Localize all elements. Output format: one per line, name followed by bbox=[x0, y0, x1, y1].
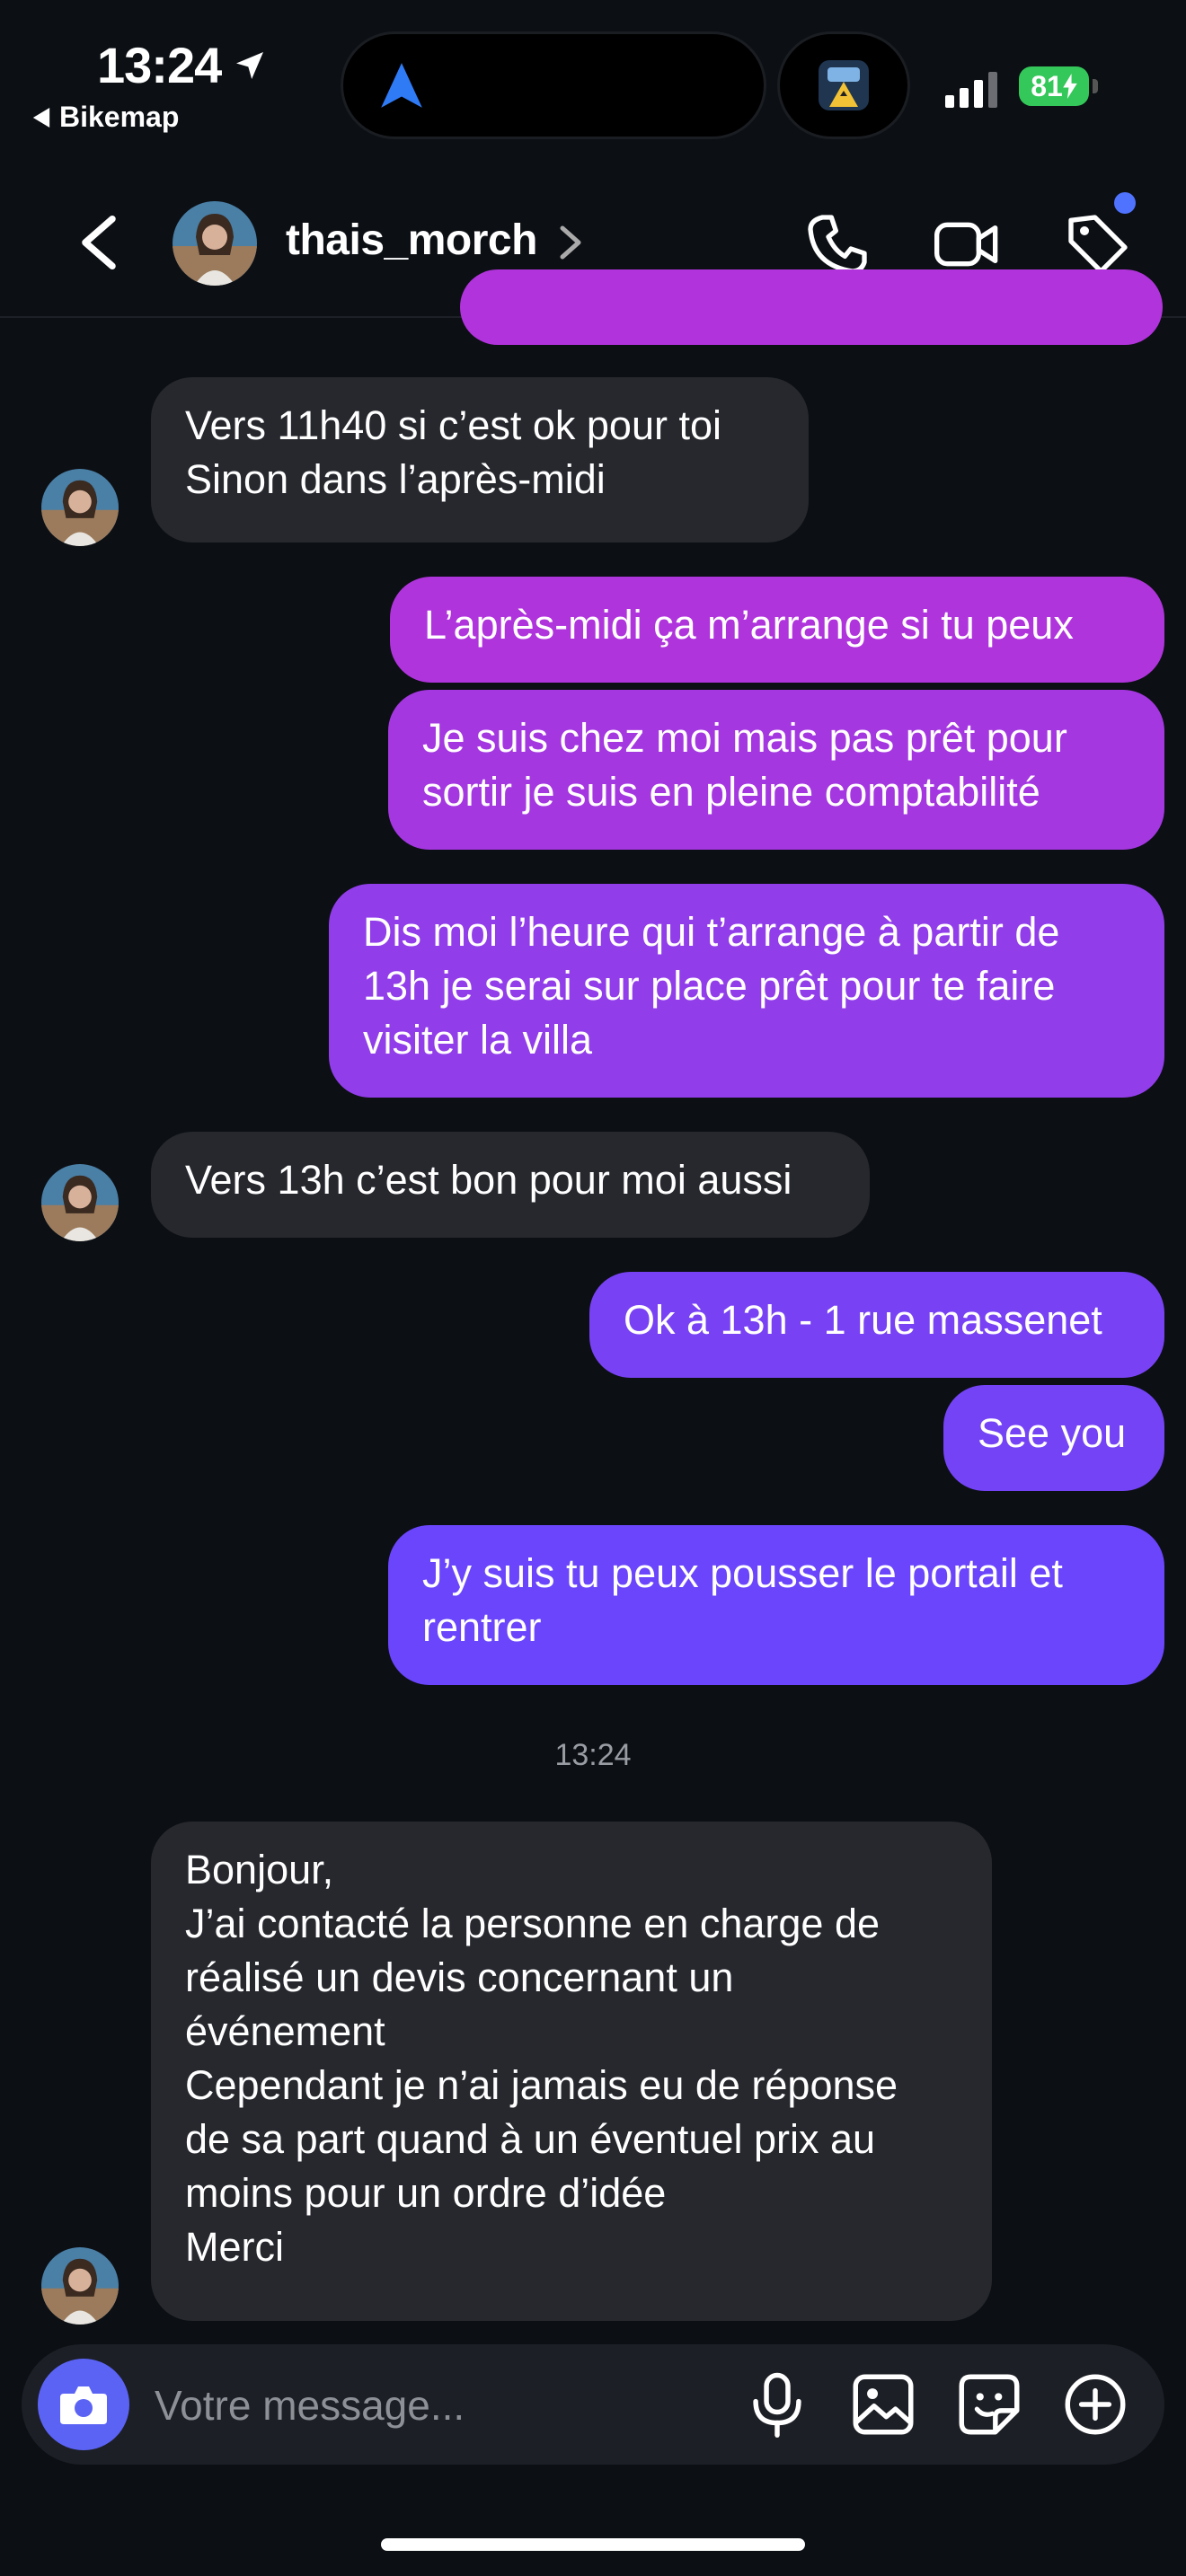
battery-indicator: 81 bbox=[1019, 66, 1089, 106]
avatar-image bbox=[41, 2247, 119, 2325]
navigation-arrow-icon bbox=[381, 63, 422, 108]
sender-avatar[interactable] bbox=[41, 1164, 119, 1241]
battery-level: 81 bbox=[1031, 69, 1063, 102]
message-bubble-sent[interactable]: L’après-midi ça m’arrange si tu peux bbox=[390, 577, 1164, 683]
message-bubble-received[interactable]: Vers 13h c’est bon pour moi aussi bbox=[151, 1132, 870, 1238]
status-time: 13:24 bbox=[97, 36, 268, 94]
avatar-image bbox=[41, 1164, 119, 1241]
chevron-right-icon[interactable] bbox=[559, 225, 582, 260]
back-triangle-icon bbox=[32, 107, 50, 128]
message-bubble-received[interactable]: Vers 11h40 si c’est ok pour toi Sinon da… bbox=[151, 377, 809, 543]
avatar-image bbox=[41, 469, 119, 546]
message-bubble-sent[interactable]: Dis moi l’heure qui t’arrange à partir d… bbox=[329, 884, 1164, 1098]
message-bubble-partial[interactable] bbox=[460, 269, 1163, 345]
message-composer bbox=[22, 2344, 1164, 2465]
status-time-text: 13:24 bbox=[97, 37, 222, 93]
plus-icon[interactable] bbox=[1058, 2368, 1132, 2441]
contact-avatar[interactable] bbox=[173, 201, 257, 286]
camera-button[interactable] bbox=[38, 2359, 129, 2450]
gallery-icon[interactable] bbox=[846, 2368, 920, 2441]
microphone-icon[interactable] bbox=[740, 2368, 814, 2441]
message-bubble-sent[interactable]: J’y suis tu peux pousser le portail et r… bbox=[388, 1525, 1164, 1685]
message-bubble-sent[interactable]: Ok à 13h - 1 rue massenet bbox=[589, 1272, 1164, 1378]
message-bubble-sent[interactable]: Je suis chez moi mais pas prêt pour sort… bbox=[388, 690, 1164, 850]
message-bubble-sent[interactable]: See you bbox=[943, 1385, 1164, 1491]
avatar-image bbox=[173, 201, 257, 286]
camera-icon bbox=[60, 2386, 107, 2424]
app-thumbnail-icon bbox=[819, 60, 869, 110]
home-indicator[interactable] bbox=[381, 2538, 805, 2551]
dynamic-island[interactable] bbox=[343, 34, 764, 137]
message-timestamp: 13:24 bbox=[554, 1738, 632, 1772]
message-input[interactable] bbox=[153, 2371, 731, 2439]
live-activity-app[interactable] bbox=[780, 34, 907, 137]
sticker-icon[interactable] bbox=[952, 2368, 1026, 2441]
status-back-to-app[interactable]: Bikemap bbox=[32, 101, 179, 134]
battery-tip bbox=[1093, 79, 1098, 93]
sender-avatar[interactable] bbox=[41, 2247, 119, 2325]
contact-username[interactable]: thais_morch bbox=[286, 216, 537, 265]
message-bubble-received[interactable]: Bonjour, J’ai contacté la personne en ch… bbox=[151, 1822, 992, 2321]
status-back-app-label: Bikemap bbox=[59, 101, 180, 133]
cellular-signal-icon bbox=[945, 72, 997, 108]
notification-dot bbox=[1114, 192, 1136, 214]
sender-avatar[interactable] bbox=[41, 469, 119, 546]
charging-bolt-icon bbox=[1063, 74, 1077, 99]
back-chevron-icon[interactable] bbox=[74, 216, 124, 269]
location-arrow-icon bbox=[236, 51, 264, 79]
